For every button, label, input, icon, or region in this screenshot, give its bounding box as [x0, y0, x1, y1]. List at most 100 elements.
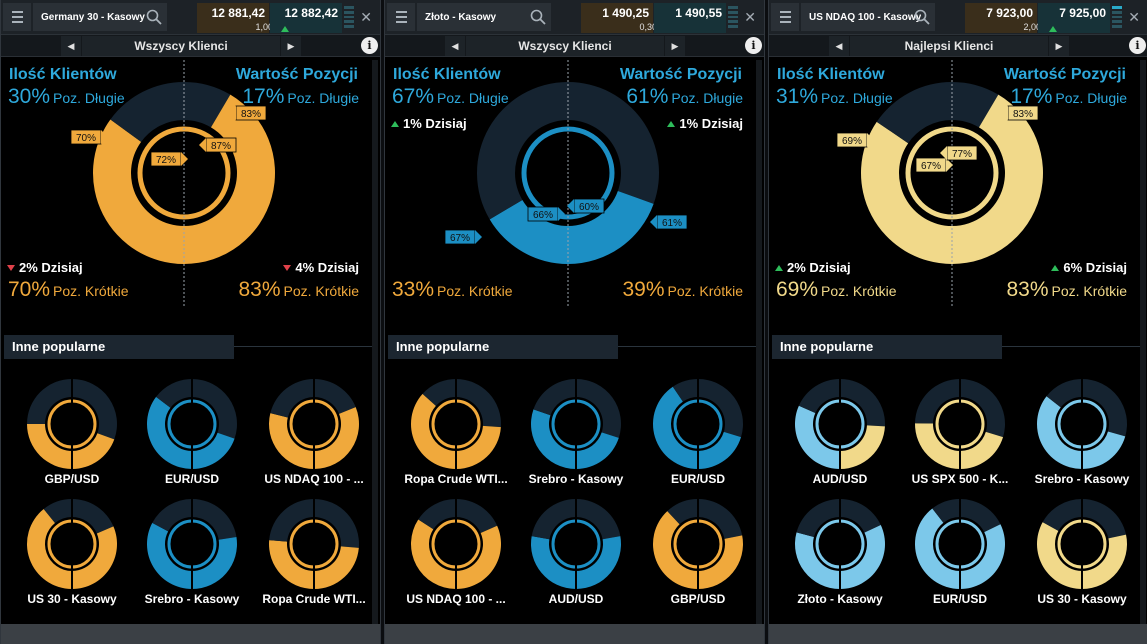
svg-text:60%: 60%: [579, 202, 599, 213]
search-icon[interactable]: [914, 9, 930, 25]
buy-price-button[interactable]: 1 490,55: [654, 3, 726, 33]
client-filter[interactable]: Najlepsi Klienci: [850, 36, 1048, 56]
popular-instrument[interactable]: US NDAQ 100 - ...: [257, 378, 371, 486]
instrument-name: Złoto - Kasowy: [425, 11, 497, 23]
sell-price-button[interactable]: 7 923,00 2,00: [965, 3, 1057, 33]
scrollbar[interactable]: [1140, 60, 1146, 630]
client-filter[interactable]: Wszyscy Klienci: [466, 36, 664, 56]
close-icon[interactable]: ✕: [1128, 9, 1140, 26]
position-long-value: 17%: [1010, 85, 1053, 108]
sell-price-button[interactable]: 1 490,25 0,30: [581, 3, 657, 33]
chevron-left-icon[interactable]: ◀: [61, 36, 81, 56]
ring-value-tag: 69%: [836, 132, 874, 148]
info-icon[interactable]: i: [1129, 37, 1146, 54]
svg-text:69%: 69%: [842, 136, 862, 147]
close-icon[interactable]: ✕: [360, 9, 372, 26]
sell-price-button[interactable]: 12 881,42 1,00: [197, 3, 289, 33]
instrument-search[interactable]: Germany 30 - Kasowy: [33, 3, 167, 31]
position-value-heading: Wartość Pozycji: [1003, 66, 1126, 83]
popular-instrument[interactable]: Srebro - Kasowy: [1025, 378, 1139, 486]
popular-instrument[interactable]: EUR/USD: [641, 378, 755, 486]
popular-instrument-name: EUR/USD: [932, 592, 987, 606]
instrument-search[interactable]: Złoto - Kasowy: [417, 3, 551, 31]
depth-bars-icon: [728, 6, 738, 28]
svg-text:87%: 87%: [211, 141, 231, 152]
popular-instrument[interactable]: US 30 - Kasowy: [15, 498, 129, 606]
position-short: 83% Poz. Krótkie: [238, 278, 359, 302]
chevron-right-icon[interactable]: ▶: [281, 36, 301, 56]
popular-instrument[interactable]: EUR/USD: [903, 498, 1017, 606]
instrument-search[interactable]: US NDAQ 100 - Kasowy: [801, 3, 935, 31]
mini-donut-chart: [269, 498, 359, 590]
chevron-right-icon[interactable]: ▶: [1049, 36, 1069, 56]
mini-donut-chart: [1037, 378, 1127, 470]
instrument-panel: Germany 30 - Kasowy 12 881,42 1,00 12 882,4…: [0, 0, 381, 644]
clients-count-heading: Ilość Klientów: [777, 66, 885, 83]
scrollbar[interactable]: [372, 60, 378, 630]
svg-text:66%: 66%: [533, 210, 553, 221]
clients-long-value: 67%: [392, 85, 435, 108]
app-root: Germany 30 - Kasowy 12 881,42 1,00 12 882,4…: [0, 0, 1147, 644]
clients-long-label: Poz. Długie: [437, 90, 509, 106]
popular-instrument[interactable]: Srebro - Kasowy: [135, 498, 249, 606]
hamburger-icon[interactable]: [3, 3, 31, 31]
popular-instrument[interactable]: AUD/USD: [783, 378, 897, 486]
popular-instrument[interactable]: EUR/USD: [135, 378, 249, 486]
chevron-left-icon[interactable]: ◀: [829, 36, 849, 56]
mini-donut-chart: [27, 378, 118, 470]
position-long: 17% Poz. Długie: [1010, 85, 1127, 109]
position-long: 17% Poz. Długie: [242, 85, 359, 109]
hamburger-icon[interactable]: [387, 3, 415, 31]
divider: [1002, 346, 1140, 347]
popular-instrument-name: US SPX 500 - K...: [911, 472, 1009, 486]
popular-instrument[interactable]: AUD/USD: [519, 498, 633, 606]
popular-instrument[interactable]: Ropa Crude WTI...: [257, 498, 371, 606]
popular-instrument[interactable]: Ropa Crude WTI...: [399, 378, 513, 486]
mini-donut-chart: [795, 498, 885, 590]
popular-instrument[interactable]: GBP/USD: [641, 498, 755, 606]
close-icon[interactable]: ✕: [744, 9, 756, 26]
scrollbar[interactable]: [756, 60, 762, 630]
arrow-down-icon: [7, 265, 15, 271]
mini-donut-chart: [653, 498, 743, 590]
info-icon[interactable]: i: [361, 37, 378, 54]
hamburger-icon[interactable]: [771, 3, 799, 31]
search-icon[interactable]: [146, 9, 162, 25]
mini-donut-chart: [531, 498, 621, 590]
popular-instrument[interactable]: Złoto - Kasowy: [783, 498, 897, 606]
clients-count-heading: Ilość Klientów: [9, 66, 117, 83]
ring-value-tag: 60%: [567, 198, 605, 214]
mini-donut-chart: [26, 498, 118, 590]
position-long-value: 17%: [242, 85, 285, 108]
instrument-panel: US NDAQ 100 - Kasowy 7 923,00 2,00 7 925,00…: [768, 0, 1147, 644]
chevron-left-icon[interactable]: ◀: [445, 36, 465, 56]
clients-short-value: 69%: [776, 278, 819, 301]
clients-long-label: Poz. Długie: [821, 90, 893, 106]
clients-short: 70% Poz. Krótkie: [8, 278, 129, 302]
position-short-value: 39%: [622, 278, 665, 301]
depth-bars-icon: [344, 6, 354, 28]
chevron-right-icon[interactable]: ▶: [665, 36, 685, 56]
popular-instrument-name: Srebro - Kasowy: [144, 592, 240, 606]
clients-long-value: 31%: [776, 85, 819, 108]
popular-instrument-name: EUR/USD: [164, 472, 219, 486]
clients-short: 33% Poz. Krótkie: [392, 278, 513, 302]
client-filter[interactable]: Wszyscy Klienci: [82, 36, 280, 56]
arrow-up-icon: [1051, 265, 1060, 271]
popular-instrument-name: Ropa Crude WTI...: [262, 592, 366, 606]
clients-short: 69% Poz. Krótkie: [776, 278, 897, 302]
title-bar: Germany 30 - Kasowy 12 881,42 1,00 12 882,4…: [1, 0, 380, 35]
popular-instrument[interactable]: GBP/USD: [15, 378, 129, 486]
popular-instrument[interactable]: US SPX 500 - K...: [903, 378, 1017, 486]
ring-value-tag: 77%: [940, 145, 978, 161]
arrow-up-icon: [667, 121, 676, 127]
info-icon[interactable]: i: [745, 37, 762, 54]
popular-instrument[interactable]: Srebro - Kasowy: [519, 378, 633, 486]
popular-instrument[interactable]: US NDAQ 100 - ...: [399, 498, 513, 606]
position-long-value: 61%: [626, 85, 669, 108]
popular-instrument[interactable]: US 30 - Kasowy: [1025, 498, 1139, 606]
search-icon[interactable]: [530, 9, 546, 25]
clients-long-label: Poz. Długie: [53, 90, 125, 106]
sell-price: 12 881,42: [211, 6, 265, 20]
title-bar: Złoto - Kasowy 1 490,25 0,30 1 490,55 ✕: [385, 0, 764, 35]
